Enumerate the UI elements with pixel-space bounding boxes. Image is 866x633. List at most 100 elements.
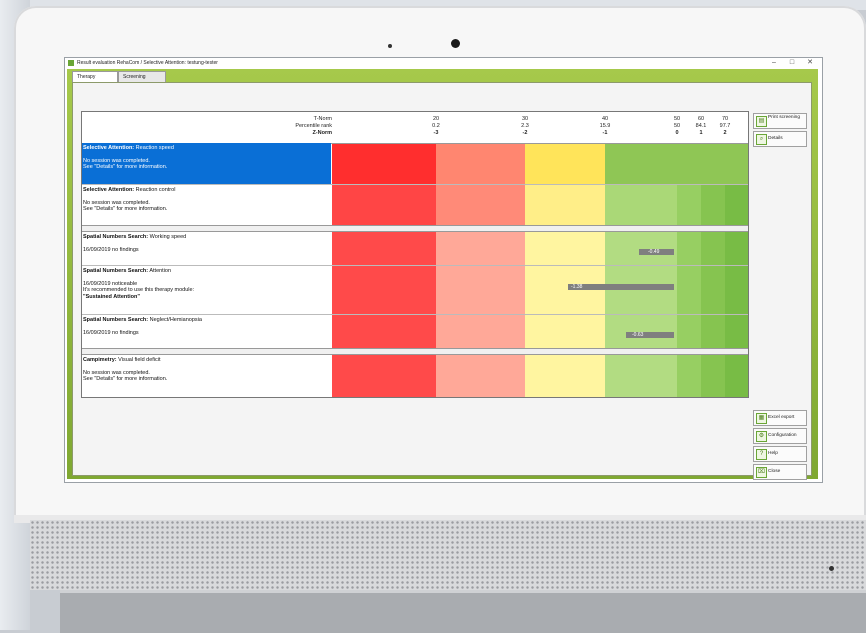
group-separator xyxy=(82,348,748,355)
configuration-button[interactable]: ⚙ Configuration xyxy=(753,428,807,444)
print-screening-label: Print screening xyxy=(768,115,800,120)
znorm-value: 2 xyxy=(723,130,727,136)
monitor-stand xyxy=(60,590,866,633)
content-panel: T-Norm Percentile rank Z-Norm 20 0.2 -3 … xyxy=(72,82,812,480)
result-row-reaction-speed[interactable]: Selective Attention: Reaction speed No s… xyxy=(82,143,331,184)
zone-salmon-r2 xyxy=(436,184,525,225)
excel-export-label: Excel export xyxy=(768,415,795,420)
row-status: 16/09/2019 noticeable xyxy=(83,280,138,287)
result-row-reaction-control[interactable]: Selective Attention: Reaction control No… xyxy=(82,185,331,225)
row-status: 16/09/2019 no findings xyxy=(83,246,139,253)
row-status: No session was completed. xyxy=(83,199,150,206)
znorm-value: 0 xyxy=(675,130,679,136)
result-row-attention[interactable]: Spatial Numbers Search: Attention 16/09/… xyxy=(82,266,331,314)
percentile-value: 2.3 xyxy=(521,123,529,129)
row-title: Spatial Numbers Search: xyxy=(83,317,149,323)
tnorm-value: 40 xyxy=(601,116,609,122)
excel-export-button[interactable]: ▦ Excel export xyxy=(753,410,807,426)
header-znorm-label: Z-Norm xyxy=(312,130,332,136)
header-col-1: 20 0.2 -3 xyxy=(424,116,448,137)
zone-red-sel xyxy=(332,143,436,184)
magnifier-icon: ⌕ xyxy=(756,134,767,145)
header-col-5: 60 84.1 1 xyxy=(689,116,713,137)
zone-green-r2 xyxy=(605,184,677,225)
power-indicator xyxy=(829,566,834,571)
percentile-value: 84.1 xyxy=(695,123,707,129)
header-col-6: 70 97.7 2 xyxy=(713,116,737,137)
details-button[interactable]: ⌕ Details xyxy=(753,131,807,147)
tnorm-value: 30 xyxy=(521,116,529,122)
minimize-button[interactable]: – xyxy=(767,58,781,68)
row-title: Campimetry: xyxy=(83,357,117,363)
header-col-2: 30 2.3 -2 xyxy=(513,116,537,137)
help-button[interactable]: ? Help xyxy=(753,446,807,462)
tab-screening[interactable]: Screening xyxy=(118,71,166,82)
tnorm-value: 60 xyxy=(697,116,705,122)
help-icon: ? xyxy=(756,449,767,460)
row-subtitle: Reaction speed xyxy=(135,145,174,151)
result-bar-working-speed: -0.49 xyxy=(639,249,674,255)
row-status: 16/09/2019 no findings xyxy=(83,329,139,336)
row-status: No session was completed. xyxy=(83,369,150,376)
result-row-neglect[interactable]: Spatial Numbers Search: Neglect/Hemianop… xyxy=(82,315,331,348)
result-grid: T-Norm Percentile rank Z-Norm 20 0.2 -3 … xyxy=(81,111,749,398)
znorm-value: 1 xyxy=(699,130,703,136)
norm-header: T-Norm Percentile rank Z-Norm 20 0.2 -3 … xyxy=(82,112,748,144)
help-label: Help xyxy=(768,451,778,456)
row-subtitle: Working speed xyxy=(149,234,187,240)
header-col-4: 50 50 0 xyxy=(665,116,689,137)
zone-green-sel xyxy=(605,143,748,184)
row-subtitle: Reaction control xyxy=(135,187,176,193)
header-percentile-label: Percentile rank xyxy=(295,123,332,129)
row-subtitle: Neglect/Hemianopsia xyxy=(149,317,202,323)
webcam xyxy=(451,39,460,48)
print-screening-button[interactable]: ▤ Print screening xyxy=(753,113,807,129)
header-tnorm-label: T-Norm xyxy=(313,116,332,122)
configuration-label: Configuration xyxy=(768,433,797,438)
window-title: Result evaluation RehaCom / Selective At… xyxy=(77,60,218,66)
result-row-working-speed[interactable]: Spatial Numbers Search: Working speed 16… xyxy=(82,232,331,265)
close-button[interactable]: ⌧ Close xyxy=(753,464,807,480)
result-row-campimetry[interactable]: Campimetry: Visual field deficit No sess… xyxy=(82,355,331,397)
speaker-grille xyxy=(30,520,866,590)
close-window-button[interactable]: ✕ xyxy=(803,58,817,68)
row-hint: See "Details" for more information. xyxy=(83,206,168,213)
znorm-value: -3 xyxy=(433,130,439,136)
header-col-3: 40 15.9 -1 xyxy=(593,116,617,137)
tab-therapy[interactable]: Therapy xyxy=(72,71,118,82)
green-frame: Therapy Screening T-Norm Percentile rank… xyxy=(67,69,818,480)
zone-yellow-r2 xyxy=(525,184,605,225)
tnorm-value: 70 xyxy=(721,116,729,122)
percentile-value: 50 xyxy=(673,123,681,129)
percentile-value: 97.7 xyxy=(719,123,731,129)
printer-icon: ▤ xyxy=(756,116,767,127)
znorm-value: -2 xyxy=(522,130,528,136)
details-label: Details xyxy=(768,136,783,141)
row-hint: See "Details" for more information. xyxy=(83,376,168,383)
percentile-value: 15.9 xyxy=(599,123,611,129)
bar-value: -0.49 xyxy=(648,249,660,255)
bar-value: -1.38 xyxy=(571,284,583,290)
row-title: Spatial Numbers Search: xyxy=(83,234,149,240)
zone-red-r2 xyxy=(332,184,436,225)
recommended-module: "Sustained Attention" xyxy=(83,293,140,300)
bar-value: -0.63 xyxy=(632,332,644,338)
group-separator xyxy=(82,225,748,232)
export-icon: ▦ xyxy=(756,413,767,424)
close-label: Close xyxy=(768,469,781,474)
row-title: Spatial Numbers Search: xyxy=(83,268,149,274)
row-hint: It's recommended to use this therapy mod… xyxy=(83,287,195,294)
title-bar: Result evaluation RehaCom / Selective At… xyxy=(65,58,822,68)
zone-yellow-sel xyxy=(525,143,605,184)
result-bar-neglect: -0.63 xyxy=(626,332,674,338)
app-window: Result evaluation RehaCom / Selective At… xyxy=(64,57,823,483)
percentile-value: 0.2 xyxy=(432,123,440,129)
sensor-dot xyxy=(388,44,392,48)
row-title: Selective Attention: xyxy=(83,145,135,151)
result-bar-attention: -1.38 xyxy=(568,284,674,290)
door-icon: ⌧ xyxy=(756,467,767,478)
row-hint: See "Details" for more information. xyxy=(83,164,168,171)
maximize-button[interactable]: □ xyxy=(785,58,799,68)
tnorm-value: 20 xyxy=(432,116,440,122)
row-subtitle: Visual field deficit xyxy=(118,357,161,363)
